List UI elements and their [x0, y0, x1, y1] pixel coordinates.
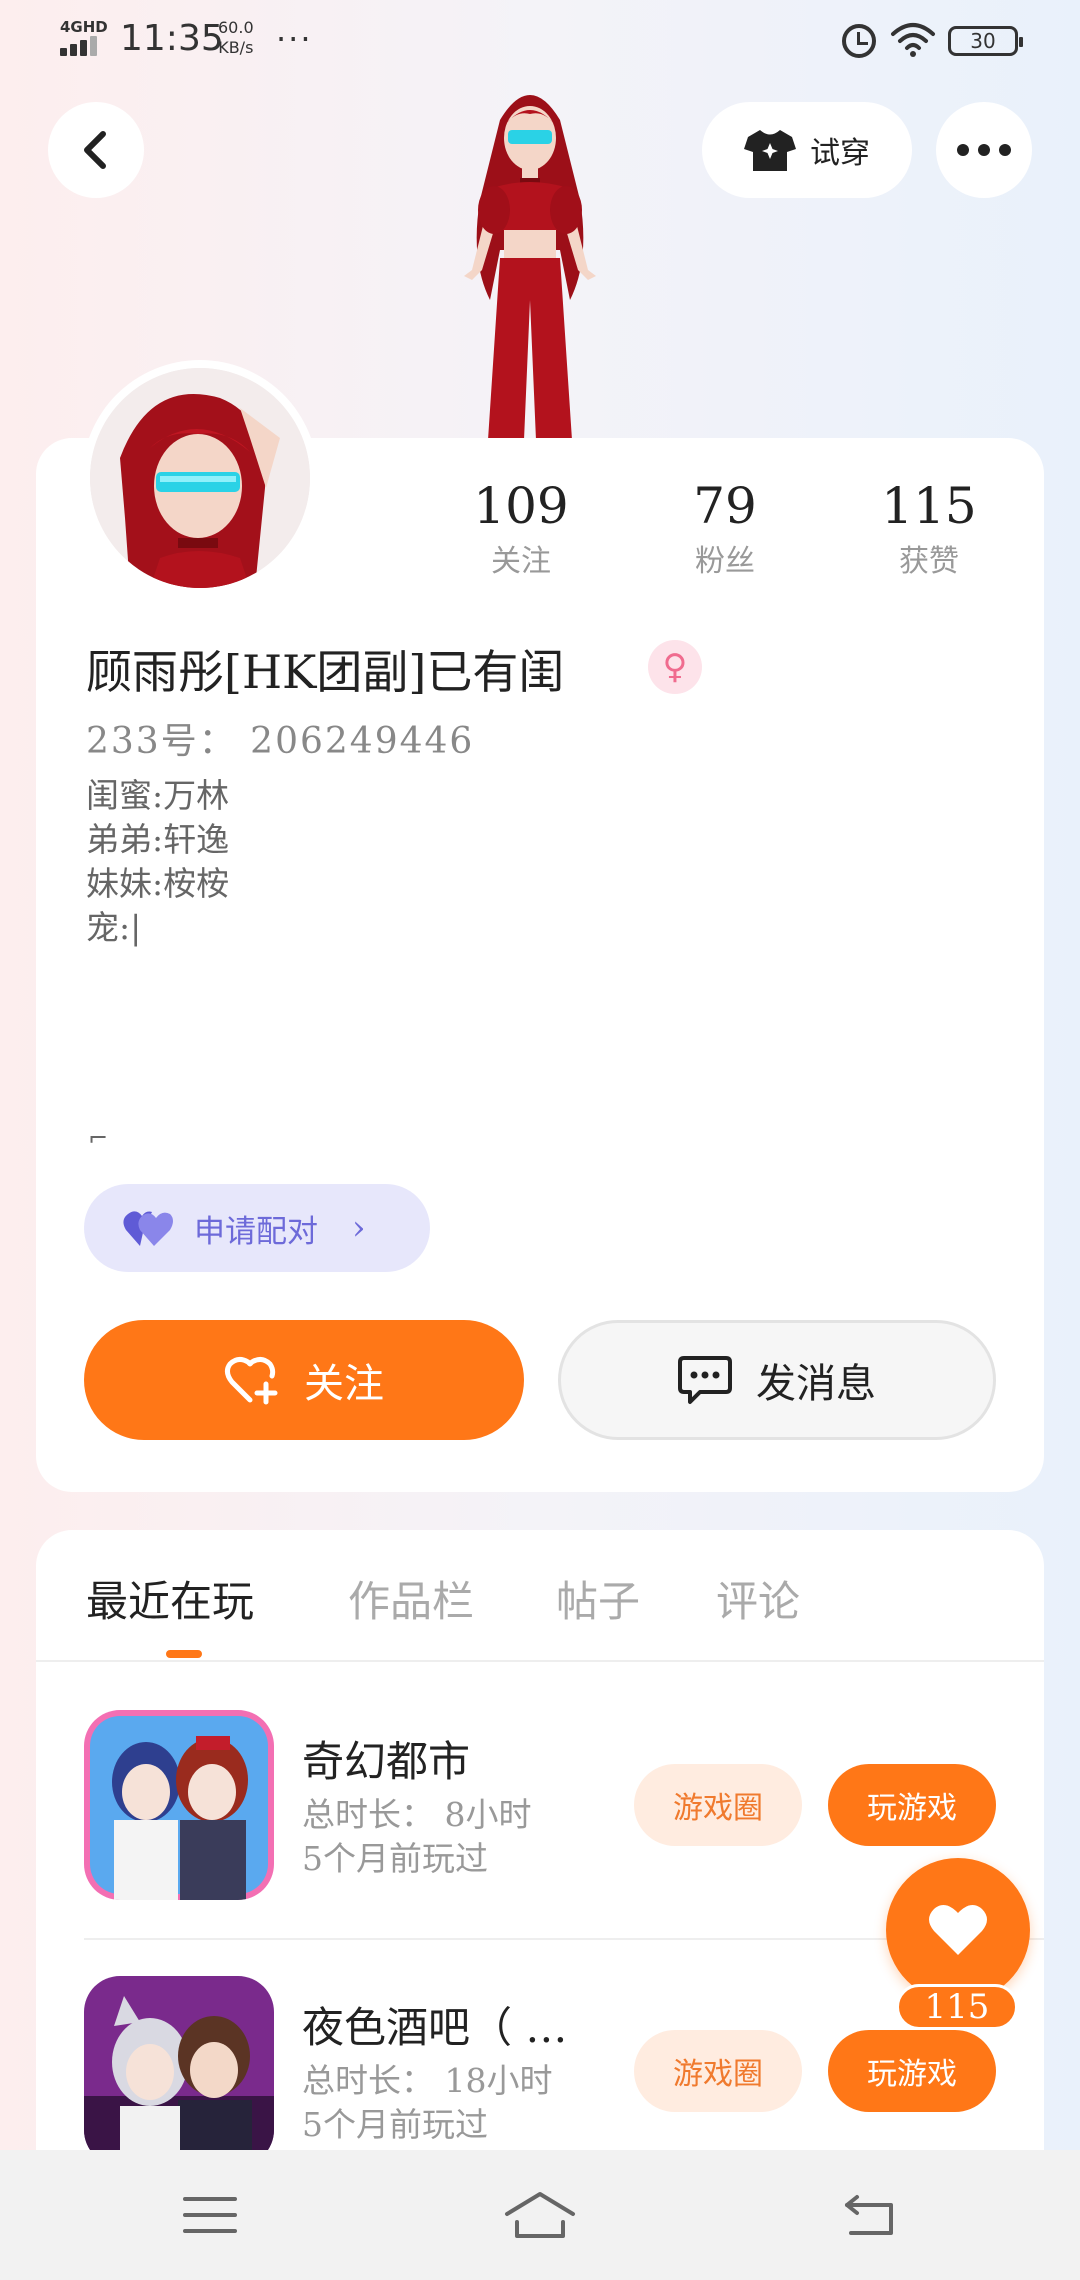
menu-icon: [183, 2197, 237, 2233]
stat-likes[interactable]: 115 获赞: [854, 478, 1004, 580]
wifi-icon: [891, 23, 935, 57]
request-pair-label: 申请配对: [194, 1213, 318, 1250]
user-id: 233号： 206249446: [86, 712, 474, 764]
home-nav-button[interactable]: [500, 2180, 580, 2250]
send-message-label: 发消息: [756, 1361, 876, 1407]
battery-icon: 30: [948, 26, 1023, 56]
network-speed: 60.0 KB/s: [218, 18, 254, 57]
like-count: 115: [896, 1984, 1018, 2030]
tshirt-icon: [744, 130, 796, 171]
likes-count: 115: [881, 477, 977, 535]
stats-row: 109 关注 79 粉丝 115 获赞: [0, 478, 1080, 588]
signal-icon: 4GHD: [58, 18, 108, 60]
followers-label: 粉丝: [695, 544, 755, 579]
game-duration: 总时长： 8小时: [302, 1795, 532, 1834]
follow-label: 关注: [304, 1361, 384, 1407]
profile-tabs: 最近在玩 作品栏 帖子 评论: [36, 1530, 1044, 1662]
heart-icon: [929, 1904, 987, 1955]
return-icon: [845, 2195, 893, 2235]
game-title: 夜色酒吧（ …: [302, 2003, 568, 2052]
game-row[interactable]: 奇幻都市 总时长： 8小时 5个月前玩过 游戏圈 玩游戏: [36, 1710, 1044, 1910]
alarm-icon: [842, 24, 876, 58]
following-label: 关注: [491, 544, 551, 579]
active-tab-indicator: [166, 1650, 202, 1658]
tab-recently-played[interactable]: 最近在玩: [86, 1568, 254, 1629]
game-last-played: 5个月前玩过: [302, 2105, 488, 2144]
tab-posts[interactable]: 帖子: [556, 1568, 640, 1629]
bio-line: 闺蜜:万林: [86, 776, 230, 815]
game-icon[interactable]: [84, 1710, 274, 1900]
user-id-label: 233号：: [86, 721, 237, 762]
menu-nav-button[interactable]: [170, 2180, 250, 2250]
followers-count: 79: [693, 477, 757, 535]
character-figure: [464, 95, 596, 440]
try-on-label: 试穿: [810, 136, 870, 171]
user-bio: 闺蜜:万林 弟弟:轩逸 妹妹:桉桉 宠:|: [86, 774, 229, 950]
stat-followers[interactable]: 79 粉丝: [650, 478, 800, 580]
chevron-left-icon: [84, 131, 106, 169]
tab-comments[interactable]: 评论: [716, 1568, 800, 1629]
status-more-icon: ···: [276, 20, 313, 58]
game-circle-button[interactable]: 游戏圈: [634, 2030, 802, 2112]
game-circle-button[interactable]: 游戏圈: [634, 1764, 802, 1846]
clock: 11:35: [120, 18, 224, 59]
play-game-button[interactable]: 玩游戏: [828, 1764, 996, 1846]
game-title: 奇幻都市: [302, 1737, 471, 1786]
user-id-value: 206249446: [250, 721, 475, 762]
more-dots-icon: [957, 144, 1011, 156]
game-row[interactable]: 夜色酒吧（ … 总时长： 18小时 5个月前玩过 游戏圈 玩游戏: [36, 1976, 1044, 2170]
content-card: 最近在玩 作品栏 帖子 评论 奇幻都市 总时长： 8小时 5个月前玩过 游戏圈 …: [36, 1530, 1044, 2170]
chat-bubble-icon: [678, 1356, 732, 1404]
game-last-played: 5个月前玩过: [302, 1839, 488, 1878]
heart-plus-icon: [224, 1356, 278, 1405]
system-nav-bar: [0, 2150, 1080, 2280]
double-heart-icon: [123, 1211, 173, 1246]
send-message-button[interactable]: 发消息: [558, 1320, 996, 1440]
more-options-button[interactable]: [936, 102, 1032, 198]
try-on-button[interactable]: 试穿: [702, 102, 912, 198]
username: 顾雨彤[HK团副]已有闺: [86, 645, 565, 699]
bio-line: 弟弟:轩逸: [86, 820, 230, 859]
likes-label: 获赞: [899, 544, 959, 579]
bio-tail-mark: ⌐: [88, 1124, 109, 1152]
chevron-right-icon: ›: [352, 1208, 366, 1248]
stat-following[interactable]: 109 关注: [446, 478, 596, 580]
request-pair-button[interactable]: 申请配对 ›: [84, 1184, 430, 1272]
status-bar: 4GHD 11:35 60.0 KB/s ··· 30: [0, 0, 1080, 80]
bio-line: 妹妹:桉桉: [86, 864, 230, 903]
follow-button[interactable]: 关注: [84, 1320, 524, 1440]
tab-works[interactable]: 作品栏: [348, 1568, 474, 1629]
following-count: 109: [473, 477, 569, 535]
home-icon: [505, 2192, 575, 2238]
bio-line: 宠:|: [86, 908, 142, 947]
play-game-button[interactable]: 玩游戏: [828, 2030, 996, 2112]
female-gender-icon: ♀: [648, 640, 702, 694]
back-nav-button[interactable]: [830, 2180, 910, 2250]
back-button[interactable]: [48, 102, 144, 198]
network-type: 4GHD: [60, 18, 108, 36]
game-duration: 总时长： 18小时: [302, 2061, 553, 2100]
game-icon[interactable]: [84, 1976, 274, 2166]
like-button[interactable]: [886, 1858, 1030, 2002]
